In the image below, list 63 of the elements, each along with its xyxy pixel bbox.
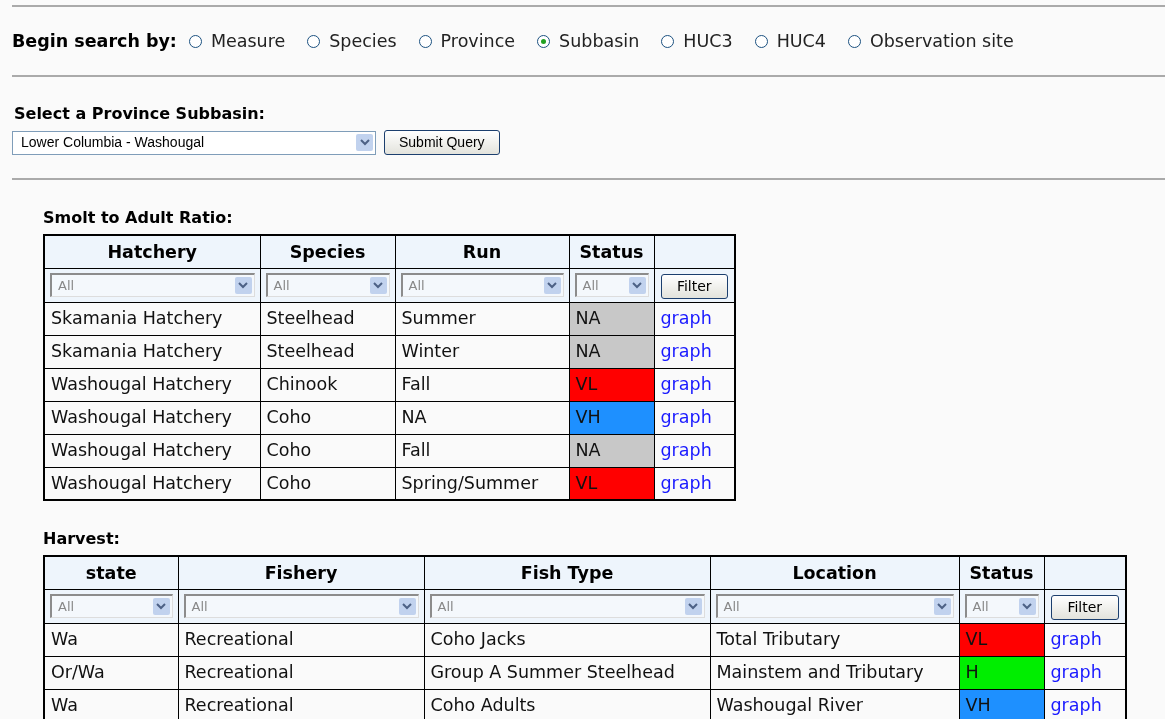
table-cell: Coho Jacks xyxy=(424,623,710,656)
radio-button[interactable] xyxy=(754,34,768,48)
status-cell: NA xyxy=(569,335,654,368)
column-header: Hatchery xyxy=(44,235,260,268)
table-cell: Skamania Hatchery xyxy=(44,302,260,335)
status-cell: VH xyxy=(959,689,1044,719)
table-title: Harvest: xyxy=(43,528,121,550)
radio-button[interactable] xyxy=(418,34,432,48)
table-cell: Washougal Hatchery xyxy=(44,368,260,401)
status-cell: VL xyxy=(569,467,654,500)
table-cell: Recreational xyxy=(178,656,424,689)
table-cell: Steelhead xyxy=(260,302,395,335)
table-cell: Washougal Hatchery xyxy=(44,434,260,467)
radio-label[interactable]: Measure xyxy=(210,27,286,55)
table-cell: Mainstem and Tributary xyxy=(710,656,959,689)
radio-button[interactable] xyxy=(307,34,321,48)
radio-label[interactable]: Province xyxy=(440,27,516,55)
status-cell: NA xyxy=(569,434,654,467)
table-title: Smolt to Adult Ratio: xyxy=(43,207,234,229)
status-cell: VH xyxy=(569,401,654,434)
radio-button[interactable] xyxy=(847,34,861,48)
table-cell: Washougal Hatchery xyxy=(44,401,260,434)
radio-label[interactable]: Observation site xyxy=(869,27,1014,55)
table-cell: Coho xyxy=(260,401,395,434)
status-cell: VL xyxy=(959,623,1044,656)
column-header: Fishery xyxy=(178,556,424,589)
table-cell: Steelhead xyxy=(260,335,395,368)
radio-button[interactable] xyxy=(188,34,202,48)
column-header: Fish Type xyxy=(424,556,710,589)
column-header: Species xyxy=(260,235,395,268)
column-header: state xyxy=(44,556,178,589)
submit-button[interactable]: Submit Query xyxy=(384,130,500,155)
filter-button[interactable]: Filter xyxy=(660,273,728,299)
radio-label[interactable]: Subbasin xyxy=(559,27,640,55)
status-cell: H xyxy=(959,656,1044,689)
column-header: Location xyxy=(710,556,959,589)
table-cell: Fall xyxy=(395,368,569,401)
table-cell: Chinook xyxy=(260,368,395,401)
filter-button[interactable]: Filter xyxy=(1050,594,1119,620)
column-header: Status xyxy=(959,556,1044,589)
search-by-label: Begin search by: xyxy=(12,29,177,53)
radio-label[interactable]: HUC4 xyxy=(776,27,826,55)
table-cell: Coho xyxy=(260,434,395,467)
radio-label[interactable]: Species xyxy=(329,27,397,55)
column-header: Run xyxy=(395,235,569,268)
subbasin-dropdown[interactable]: Lower Columbia - Washougal xyxy=(12,130,376,155)
radio-button[interactable] xyxy=(537,34,551,48)
table-cell: Recreational xyxy=(178,623,424,656)
subbasin-label: Select a Province Subbasin: xyxy=(14,103,266,125)
table-cell: Or/Wa xyxy=(44,656,178,689)
radio-label[interactable]: HUC3 xyxy=(683,27,733,55)
table-cell: Summer xyxy=(395,302,569,335)
table-cell: Wa xyxy=(44,623,178,656)
radio-button[interactable] xyxy=(661,34,675,48)
column-header: Status xyxy=(569,235,654,268)
table-cell: Total Tributary xyxy=(710,623,959,656)
table-cell: NA xyxy=(395,401,569,434)
table-cell: Group A Summer Steelhead xyxy=(424,656,710,689)
table-cell: Winter xyxy=(395,335,569,368)
table-cell: Skamania Hatchery xyxy=(44,335,260,368)
table-cell: Fall xyxy=(395,434,569,467)
status-cell: VL xyxy=(569,368,654,401)
status-cell: NA xyxy=(569,302,654,335)
